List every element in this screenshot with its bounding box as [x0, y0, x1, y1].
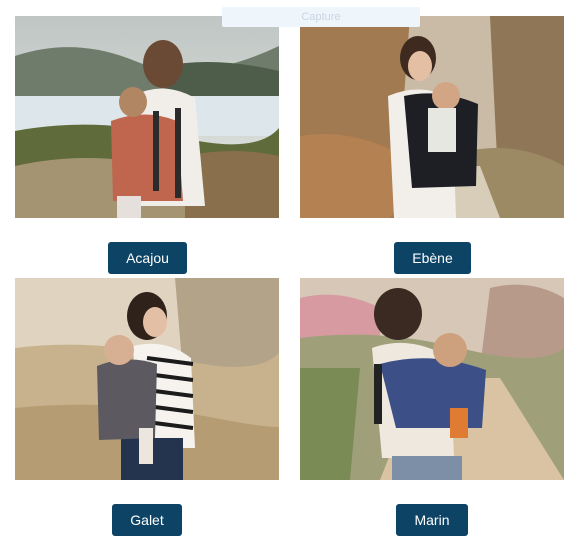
product-photo-acajou[interactable] [15, 16, 279, 218]
photo-acajou-image [15, 16, 279, 218]
marin-button[interactable]: Marin [396, 504, 468, 536]
photo-galet-image [15, 278, 279, 480]
ebene-button[interactable]: Ebène [394, 242, 471, 274]
capture-overlay: Capture [222, 7, 420, 27]
photo-marin-image [300, 278, 564, 480]
product-photo-marin[interactable] [300, 278, 564, 480]
photo-ebene-image [300, 16, 564, 218]
galet-button[interactable]: Galet [112, 504, 182, 536]
product-photo-ebene[interactable] [300, 16, 564, 218]
product-photo-galet[interactable] [15, 278, 279, 480]
acajou-button[interactable]: Acajou [108, 242, 187, 274]
product-grid: Capture Acajou Ebène Galet Marin [0, 0, 582, 542]
